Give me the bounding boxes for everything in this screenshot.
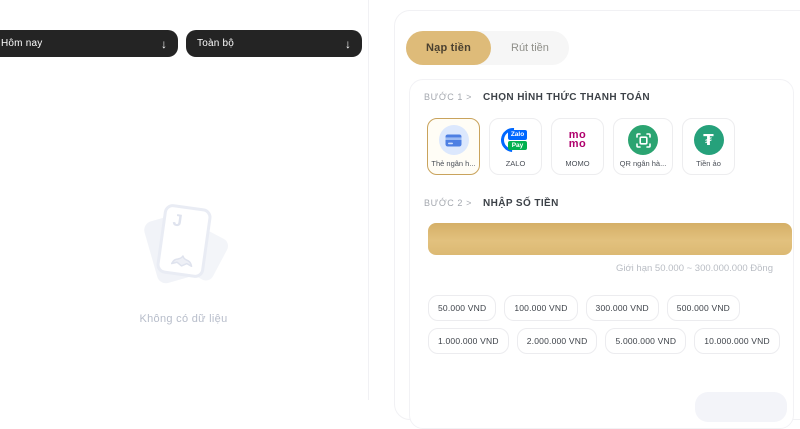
step1-header: BƯỚC 1 > CHỌN HÌNH THỨC THANH TOÁN [424, 92, 783, 103]
type-filter-label: Toàn bộ [197, 38, 234, 49]
deposit-withdraw-tabs: Nạp tiền Rút tiền [406, 31, 569, 65]
quick-amount-button[interactable]: 5.000.000 VND [605, 328, 687, 354]
method-label: Tiền ảo [696, 159, 721, 168]
date-filter-label: Hôm nay [1, 38, 43, 49]
method-momo[interactable]: mo mo MOMO [551, 118, 604, 175]
quick-amount-button[interactable]: 2.000.000 VND [516, 328, 598, 354]
zalopay-icon: Zalo Pay [495, 123, 531, 157]
date-filter-dropdown[interactable]: Hôm nay ↓ [0, 30, 178, 57]
empty-state: J Không có dữ liệu [0, 198, 367, 325]
quick-amount-button[interactable]: 500.000 VND [666, 295, 741, 321]
step2-title: NHẬP SỐ TIỀN [482, 198, 559, 209]
step2-header: BƯỚC 2 > NHẬP SỐ TIỀN [424, 198, 783, 209]
momo-icon: mo mo [569, 125, 587, 155]
method-label: MOMO [565, 159, 590, 168]
playing-card-icon: J [136, 198, 232, 294]
method-bank-card[interactable]: Thẻ ngân h... [427, 118, 480, 175]
card-suit-squiggle [170, 255, 192, 268]
quick-amount-button[interactable]: 300.000 VND [585, 295, 659, 321]
quick-amounts: 50.000 VND 100.000 VND 300.000 VND 500.0… [428, 295, 800, 354]
quick-amount-button[interactable]: 10.000.000 VND [694, 328, 780, 354]
quick-amount-button[interactable]: 1.000.000 VND [428, 328, 509, 354]
method-label: QR ngân hà... [619, 159, 667, 168]
method-label: ZALO [505, 159, 526, 168]
tether-symbol: ₮ [703, 130, 714, 149]
tab-deposit[interactable]: Nạp tiền [406, 31, 491, 65]
zalopay-zalo-text: Zalo [507, 130, 528, 140]
deposit-form-card: BƯỚC 1 > CHỌN HÌNH THỨC THANH TOÁN Thẻ n… [409, 79, 794, 429]
bank-card-icon [438, 125, 469, 155]
qr-scan-icon [628, 125, 658, 155]
method-zalopay[interactable]: Zalo Pay ZALO [489, 118, 542, 175]
momo-text-line: mo [568, 138, 587, 150]
deposit-panel: Nạp tiền Rút tiền BƯỚC 1 > CHỌN HÌNH THỨ… [394, 10, 800, 429]
empty-state-message: Không có dữ liệu [139, 313, 228, 325]
type-filter-dropdown[interactable]: Toàn bộ ↓ [186, 30, 362, 57]
card-front-shape: J [154, 203, 213, 279]
tab-withdraw[interactable]: Rút tiền [491, 31, 569, 65]
method-qr-bank[interactable]: QR ngân hà... [613, 118, 673, 175]
quick-amount-button[interactable]: 100.000 VND [504, 295, 578, 321]
quick-amount-button[interactable]: 50.000 VND [428, 295, 497, 321]
card-letter: J [171, 210, 184, 231]
history-panel: Hôm nay ↓ Toàn bộ ↓ J Không có dữ liệu [0, 0, 369, 400]
method-crypto[interactable]: ₮ Tiền ảo [682, 118, 735, 175]
step1-title: CHỌN HÌNH THỨC THANH TOÁN [482, 92, 650, 103]
chevron-down-icon: ↓ [345, 36, 351, 51]
payment-methods-row: Thẻ ngân h... Zalo Pay ZALO mo mo MOMO Q… [427, 118, 783, 175]
zalopay-pay-text: Pay [507, 140, 528, 150]
step1-prefix: BƯỚC 1 > [424, 92, 472, 102]
method-label: Thẻ ngân h... [431, 159, 476, 168]
amount-limit-note: Giới hạn 50.000 ~ 300.000.000 Đồng [615, 263, 773, 274]
submit-button-partial[interactable] [695, 392, 787, 422]
step2-prefix: BƯỚC 2 > [424, 198, 472, 208]
amount-input[interactable] [428, 223, 792, 255]
chevron-down-icon: ↓ [161, 36, 167, 51]
tether-icon: ₮ [693, 125, 724, 155]
